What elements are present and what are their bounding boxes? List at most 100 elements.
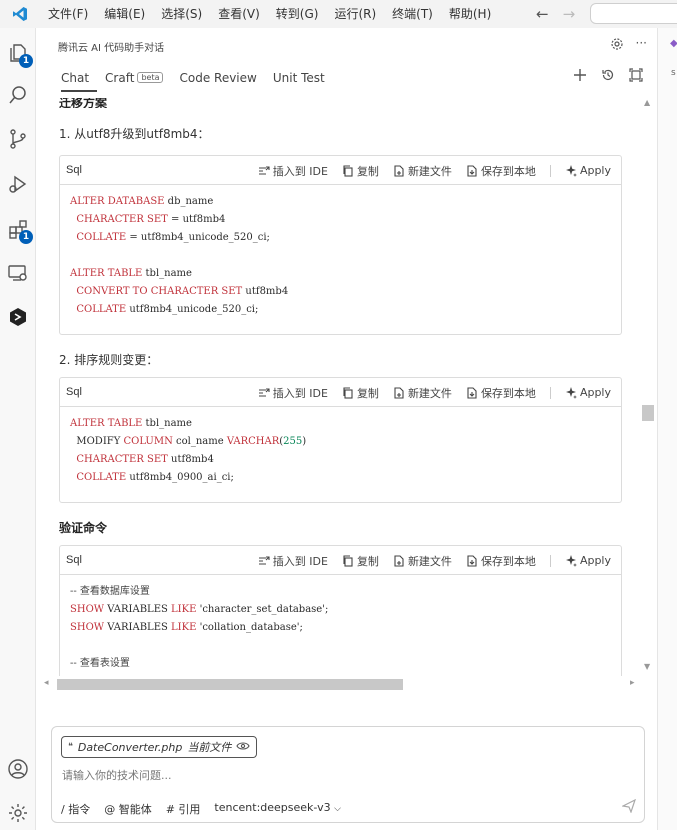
copy-label: 复制: [356, 164, 379, 178]
edge-letter: s: [671, 68, 676, 78]
eye-icon[interactable]: [236, 741, 250, 754]
menu-item-0[interactable]: 文件(F): [40, 0, 96, 28]
search-icon[interactable]: [5, 82, 31, 108]
remote-explorer-icon[interactable]: [5, 260, 31, 286]
reference-button[interactable]: # 引用: [166, 801, 201, 817]
code-token: SHOW: [70, 604, 105, 615]
code-block-3: Sql 插入到 IDE 复制 新建文件 保存到本地 Apply -- 查看数据库设置 SHOW…: [59, 545, 622, 676]
new-file-button[interactable]: 新建文件: [393, 553, 452, 569]
copy-button[interactable]: 复制: [342, 385, 379, 401]
save-local-button[interactable]: 保存到本地: [466, 163, 536, 179]
menu-item-6[interactable]: 终端(T): [384, 0, 441, 28]
explorer-badge: 1: [19, 54, 33, 68]
menu-item-7[interactable]: 帮助(H): [441, 0, 499, 28]
insert-label: 插入到 IDE: [272, 164, 328, 178]
apply-icon: [565, 554, 577, 567]
panel-title: 腾讯云 AI 代码助手对话: [58, 43, 165, 54]
code-block-header: Sql 插入到 IDE 复制 新建文件 保存到本地 Apply: [60, 156, 621, 185]
expand-icon[interactable]: [629, 68, 643, 85]
code-token: LIKE: [171, 604, 197, 615]
chat-content: 迁移方案 1. 从utf8升级到utf8mb4： Sql 插入到 IDE 复制 新建文…: [57, 98, 637, 676]
new-chat-icon[interactable]: [573, 68, 587, 85]
php-file-icon: ❝: [68, 742, 73, 752]
menu-item-4[interactable]: 转到(G): [268, 0, 327, 28]
chat-input[interactable]: 请输入你的技术问题...: [62, 767, 172, 783]
menu-item-5[interactable]: 运行(R): [326, 0, 384, 28]
extensions-icon[interactable]: 1: [5, 216, 33, 244]
account-icon[interactable]: [5, 756, 31, 782]
settings-gear-icon[interactable]: [5, 800, 31, 826]
horizontal-scrollbar-thumb[interactable]: [57, 679, 403, 690]
chat-tools: [573, 68, 643, 85]
insert-button[interactable]: 插入到 IDE: [258, 163, 328, 179]
code-token: COLLATE: [76, 304, 127, 315]
command-center[interactable]: [590, 3, 677, 24]
code-block-header: Sql 插入到 IDE 复制 新建文件 保存到本地 Apply: [60, 546, 621, 575]
tab-chat[interactable]: Chat: [61, 70, 98, 92]
tencent-ai-assistant-icon[interactable]: [5, 304, 31, 330]
apply-button[interactable]: Apply: [565, 386, 611, 399]
scroll-up-arrow-icon[interactable]: ▲: [644, 98, 650, 107]
new-file-label: 新建文件: [407, 554, 452, 568]
history-icon[interactable]: [601, 68, 615, 85]
chevron-down-icon: ⌵: [334, 804, 341, 814]
chat-input-area[interactable]: ❝ DateConverter.php 当前文件 请输入你的技术问题... / …: [51, 726, 645, 823]
gear-icon[interactable]: [610, 37, 624, 54]
code-token: VARCHAR: [226, 436, 280, 447]
code-token: VARIABLES: [104, 622, 172, 633]
scroll-left-arrow-icon[interactable]: ◂: [44, 678, 49, 688]
tab-unit-test[interactable]: Unit Test: [273, 70, 333, 92]
menu-item-3[interactable]: 查看(V): [210, 0, 268, 28]
menu-item-1[interactable]: 编辑(E): [96, 0, 153, 28]
code-token: = utf8mb4: [167, 214, 226, 225]
code-body: -- 查看数据库设置 SHOW VARIABLES LIKE 'character…: [60, 575, 621, 676]
scroll-right-arrow-icon[interactable]: ▸: [630, 678, 635, 688]
agent-button[interactable]: @ 智能体: [104, 801, 152, 817]
send-icon[interactable]: [621, 798, 637, 816]
new-file-button[interactable]: 新建文件: [393, 163, 452, 179]
insert-button[interactable]: 插入到 IDE: [258, 385, 328, 401]
forward-arrow-icon[interactable]: →: [563, 5, 576, 23]
run-debug-icon[interactable]: [5, 171, 31, 197]
vscode-logo-icon: [0, 0, 40, 28]
save-local-button[interactable]: 保存到本地: [466, 553, 536, 569]
save-local-label: 保存到本地: [480, 554, 536, 568]
current-file-chip[interactable]: ❝ DateConverter.php 当前文件: [61, 736, 258, 758]
code-token: col_name: [172, 436, 227, 447]
model-select[interactable]: tencent:deepseek-v3 ⌵: [214, 801, 341, 817]
code-line: COLLATE utf8mb4_unicode_520_ci;: [70, 301, 611, 319]
tab-craft[interactable]: Craft beta: [105, 70, 171, 92]
code-token: -- 查看数据库设置: [70, 586, 150, 597]
new-file-label: 新建文件: [407, 386, 452, 400]
source-control-icon[interactable]: [5, 126, 31, 152]
save-local-button[interactable]: 保存到本地: [466, 385, 536, 401]
copy-button[interactable]: 复制: [342, 163, 379, 179]
code-token: SHOW: [70, 622, 105, 633]
new-file-button[interactable]: 新建文件: [393, 385, 452, 401]
back-arrow-icon[interactable]: ←: [536, 5, 549, 23]
code-token: ALTER DATABASE: [70, 196, 165, 207]
code-token: ALTER TABLE: [70, 268, 143, 279]
code-actions: 插入到 IDE 复制 新建文件 保存到本地 Apply: [258, 378, 611, 407]
insert-button[interactable]: 插入到 IDE: [258, 553, 328, 569]
activity-bar: 1 1: [0, 28, 36, 830]
tab-label: Chat: [61, 71, 90, 85]
explorer-icon[interactable]: 1: [5, 40, 33, 68]
more-icon[interactable]: ···: [636, 37, 647, 54]
code-token: LIKE: [171, 622, 197, 633]
apply-button[interactable]: Apply: [565, 554, 611, 567]
copy-button[interactable]: 复制: [342, 553, 379, 569]
step-2-text: 2. 排序规则变更：: [59, 353, 159, 367]
copy-icon: [342, 164, 354, 177]
tab-code-review[interactable]: Code Review: [179, 70, 264, 92]
apply-button[interactable]: Apply: [565, 164, 611, 177]
code-token: 'collation_database';: [196, 622, 303, 633]
command-button[interactable]: / 指令: [61, 801, 90, 817]
new-file-icon: [393, 386, 405, 399]
menu-item-2[interactable]: 选择(S): [153, 0, 210, 28]
code-body: ALTER DATABASE db_name CHARACTER SET = u…: [60, 185, 621, 327]
vertical-scrollbar-thumb[interactable]: [642, 405, 654, 421]
code-token: CONVERT TO CHARACTER SET: [76, 286, 243, 297]
scroll-down-arrow-icon[interactable]: ▼: [644, 662, 650, 671]
